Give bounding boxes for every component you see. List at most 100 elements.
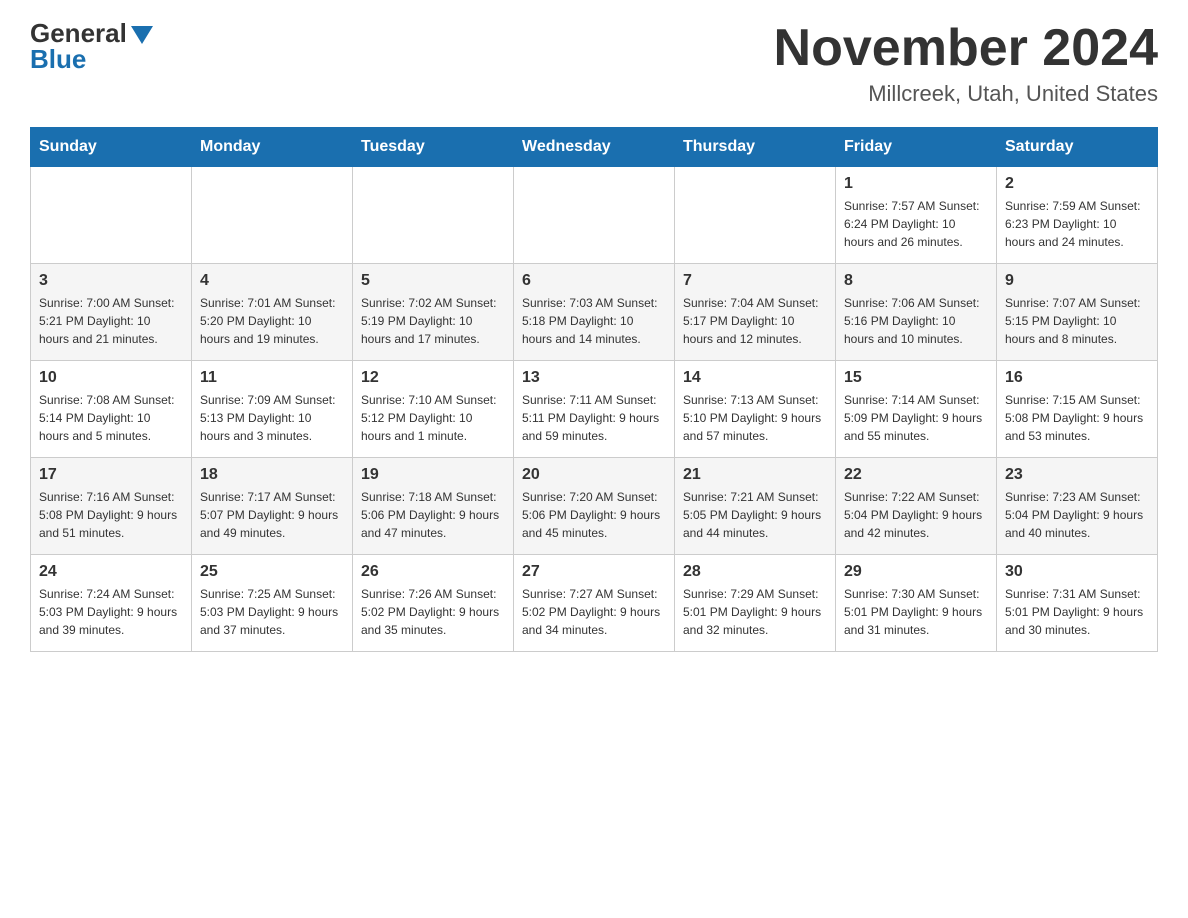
day-number: 10 [39, 369, 183, 387]
logo-triangle-icon [131, 26, 153, 44]
day-number: 21 [683, 466, 827, 484]
calendar-cell: 22 Sunrise: 7:22 AM Sunset: 5:04 PM Dayli… [836, 458, 997, 555]
day-info: Sunrise: 7:31 AM Sunset: 5:01 PM Dayligh… [1005, 585, 1149, 639]
calendar-cell: 7 Sunrise: 7:04 AM Sunset: 5:17 PM Daylig… [675, 264, 836, 361]
day-number: 30 [1005, 563, 1149, 581]
calendar-cell: 1Sunrise: 7:57 AM Sunset: 6:24 PM Daylig… [836, 167, 997, 264]
day-info: Sunrise: 7:00 AM Sunset: 5:21 PM Dayligh… [39, 294, 183, 348]
calendar-cell: 21 Sunrise: 7:21 AM Sunset: 5:05 PM Dayli… [675, 458, 836, 555]
day-number: 23 [1005, 466, 1149, 484]
calendar-cell [31, 167, 192, 264]
day-info: Sunrise: 7:03 AM Sunset: 5:18 PM Dayligh… [522, 294, 666, 348]
calendar-cell: 12 Sunrise: 7:10 AM Sunset: 5:12 PM Dayli… [353, 361, 514, 458]
calendar-cell: 20 Sunrise: 7:20 AM Sunset: 5:06 PM Dayli… [514, 458, 675, 555]
day-number: 19 [361, 466, 505, 484]
day-number: 13 [522, 369, 666, 387]
day-number: 20 [522, 466, 666, 484]
day-info: Sunrise: 7:02 AM Sunset: 5:19 PM Dayligh… [361, 294, 505, 348]
calendar-cell: 2Sunrise: 7:59 AM Sunset: 6:23 PM Daylig… [997, 167, 1158, 264]
day-info: Sunrise: 7:25 AM Sunset: 5:03 PM Dayligh… [200, 585, 344, 639]
day-info: Sunrise: 7:11 AM Sunset: 5:11 PM Dayligh… [522, 391, 666, 445]
calendar-table: SundayMondayTuesdayWednesdayThursdayFrid… [30, 127, 1158, 652]
day-number: 4 [200, 272, 344, 290]
calendar-cell: 10 Sunrise: 7:08 AM Sunset: 5:14 PM Dayli… [31, 361, 192, 458]
header: General Blue November 2024 Millcreek, Ut… [30, 20, 1158, 107]
calendar-cell: 18 Sunrise: 7:17 AM Sunset: 5:07 PM Dayli… [192, 458, 353, 555]
calendar-header-monday: Monday [192, 128, 353, 167]
day-number: 9 [1005, 272, 1149, 290]
day-info: Sunrise: 7:21 AM Sunset: 5:05 PM Dayligh… [683, 488, 827, 542]
day-info: Sunrise: 7:18 AM Sunset: 5:06 PM Dayligh… [361, 488, 505, 542]
calendar-cell: 3Sunrise: 7:00 AM Sunset: 5:21 PM Daylig… [31, 264, 192, 361]
day-info: Sunrise: 7:17 AM Sunset: 5:07 PM Dayligh… [200, 488, 344, 542]
calendar-cell: 9 Sunrise: 7:07 AM Sunset: 5:15 PM Daylig… [997, 264, 1158, 361]
day-info: Sunrise: 7:09 AM Sunset: 5:13 PM Dayligh… [200, 391, 344, 445]
day-number: 17 [39, 466, 183, 484]
calendar-cell [675, 167, 836, 264]
day-number: 28 [683, 563, 827, 581]
day-number: 24 [39, 563, 183, 581]
calendar-week-row: 3Sunrise: 7:00 AM Sunset: 5:21 PM Daylig… [31, 264, 1158, 361]
calendar-cell [514, 167, 675, 264]
logo-general-text: General [30, 20, 127, 46]
calendar-cell: 16 Sunrise: 7:15 AM Sunset: 5:08 PM Dayli… [997, 361, 1158, 458]
calendar-cell: 5 Sunrise: 7:02 AM Sunset: 5:19 PM Daylig… [353, 264, 514, 361]
calendar-cell: 8 Sunrise: 7:06 AM Sunset: 5:16 PM Daylig… [836, 264, 997, 361]
calendar-cell: 24 Sunrise: 7:24 AM Sunset: 5:03 PM Dayli… [31, 555, 192, 652]
day-info: Sunrise: 7:13 AM Sunset: 5:10 PM Dayligh… [683, 391, 827, 445]
calendar-header-row: SundayMondayTuesdayWednesdayThursdayFrid… [31, 128, 1158, 167]
day-info: Sunrise: 7:07 AM Sunset: 5:15 PM Dayligh… [1005, 294, 1149, 348]
day-number: 16 [1005, 369, 1149, 387]
calendar-cell: 26Sunrise: 7:26 AM Sunset: 5:02 PM Dayli… [353, 555, 514, 652]
day-number: 8 [844, 272, 988, 290]
location-title: Millcreek, Utah, United States [774, 81, 1158, 107]
calendar-cell: 28Sunrise: 7:29 AM Sunset: 5:01 PM Dayli… [675, 555, 836, 652]
logo-blue-text: Blue [30, 46, 86, 72]
day-number: 11 [200, 369, 344, 387]
calendar-cell: 23 Sunrise: 7:23 AM Sunset: 5:04 PM Dayli… [997, 458, 1158, 555]
calendar-header-tuesday: Tuesday [353, 128, 514, 167]
day-number: 18 [200, 466, 344, 484]
day-info: Sunrise: 7:22 AM Sunset: 5:04 PM Dayligh… [844, 488, 988, 542]
day-number: 15 [844, 369, 988, 387]
calendar-cell: 29 Sunrise: 7:30 AM Sunset: 5:01 PM Dayli… [836, 555, 997, 652]
calendar-cell: 30 Sunrise: 7:31 AM Sunset: 5:01 PM Dayli… [997, 555, 1158, 652]
day-info: Sunrise: 7:23 AM Sunset: 5:04 PM Dayligh… [1005, 488, 1149, 542]
calendar-header-wednesday: Wednesday [514, 128, 675, 167]
calendar-cell: 25 Sunrise: 7:25 AM Sunset: 5:03 PM Dayli… [192, 555, 353, 652]
day-info: Sunrise: 7:57 AM Sunset: 6:24 PM Dayligh… [844, 197, 988, 251]
day-number: 12 [361, 369, 505, 387]
day-info: Sunrise: 7:26 AM Sunset: 5:02 PM Dayligh… [361, 585, 505, 639]
calendar-week-row: 10 Sunrise: 7:08 AM Sunset: 5:14 PM Dayli… [31, 361, 1158, 458]
day-number: 7 [683, 272, 827, 290]
day-info: Sunrise: 7:16 AM Sunset: 5:08 PM Dayligh… [39, 488, 183, 542]
day-number: 25 [200, 563, 344, 581]
day-info: Sunrise: 7:10 AM Sunset: 5:12 PM Dayligh… [361, 391, 505, 445]
day-info: Sunrise: 7:06 AM Sunset: 5:16 PM Dayligh… [844, 294, 988, 348]
day-info: Sunrise: 7:20 AM Sunset: 5:06 PM Dayligh… [522, 488, 666, 542]
calendar-cell [353, 167, 514, 264]
day-number: 29 [844, 563, 988, 581]
day-number: 22 [844, 466, 988, 484]
day-number: 14 [683, 369, 827, 387]
calendar-cell: 19 Sunrise: 7:18 AM Sunset: 5:06 PM Dayli… [353, 458, 514, 555]
calendar-cell: 13 Sunrise: 7:11 AM Sunset: 5:11 PM Dayli… [514, 361, 675, 458]
calendar-cell: 17 Sunrise: 7:16 AM Sunset: 5:08 PM Dayli… [31, 458, 192, 555]
day-info: Sunrise: 7:08 AM Sunset: 5:14 PM Dayligh… [39, 391, 183, 445]
calendar-cell: 4Sunrise: 7:01 AM Sunset: 5:20 PM Daylig… [192, 264, 353, 361]
calendar-cell: 15Sunrise: 7:14 AM Sunset: 5:09 PM Dayli… [836, 361, 997, 458]
calendar-cell: 6 Sunrise: 7:03 AM Sunset: 5:18 PM Daylig… [514, 264, 675, 361]
day-info: Sunrise: 7:59 AM Sunset: 6:23 PM Dayligh… [1005, 197, 1149, 251]
title-area: November 2024 Millcreek, Utah, United St… [774, 20, 1158, 107]
calendar-header-saturday: Saturday [997, 128, 1158, 167]
month-title: November 2024 [774, 20, 1158, 77]
logo: General Blue [30, 20, 153, 72]
day-number: 6 [522, 272, 666, 290]
calendar-cell: 27Sunrise: 7:27 AM Sunset: 5:02 PM Dayli… [514, 555, 675, 652]
day-info: Sunrise: 7:30 AM Sunset: 5:01 PM Dayligh… [844, 585, 988, 639]
calendar-cell: 11 Sunrise: 7:09 AM Sunset: 5:13 PM Dayli… [192, 361, 353, 458]
day-info: Sunrise: 7:24 AM Sunset: 5:03 PM Dayligh… [39, 585, 183, 639]
day-info: Sunrise: 7:04 AM Sunset: 5:17 PM Dayligh… [683, 294, 827, 348]
day-info: Sunrise: 7:15 AM Sunset: 5:08 PM Dayligh… [1005, 391, 1149, 445]
day-number: 5 [361, 272, 505, 290]
